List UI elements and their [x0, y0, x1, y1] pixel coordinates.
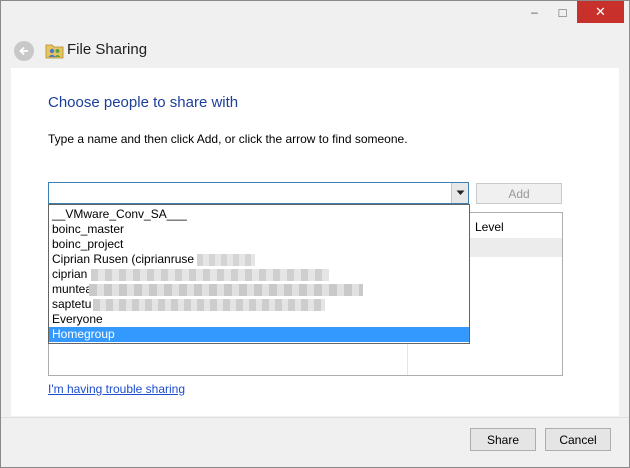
dropdown-item-everyone[interactable]: Everyone: [49, 312, 469, 327]
dropdown-item-label: boinc_project: [52, 237, 124, 251]
redacted-text: [91, 269, 329, 281]
back-arrow-icon: [19, 46, 28, 56]
share-folder-icon: [45, 44, 64, 59]
footer-divider: [1, 417, 629, 418]
add-button[interactable]: Add: [476, 183, 562, 204]
navigation-bar: File Sharing: [1, 35, 629, 65]
dropdown-item-boinc-master[interactable]: boinc_master: [49, 222, 469, 237]
title-bar: – □ ✕: [1, 1, 629, 31]
page-heading: Choose people to share with: [48, 94, 239, 111]
name-combobox[interactable]: [48, 182, 469, 204]
minimize-icon: –: [531, 5, 538, 19]
instruction-text: Type a name and then click Add, or click…: [48, 132, 408, 146]
close-button[interactable]: ✕: [577, 1, 624, 23]
dropdown-item-ciprian[interactable]: ciprian: [49, 267, 469, 282]
name-input[interactable]: [49, 183, 449, 203]
close-icon: ✕: [595, 4, 606, 19]
maximize-icon: □: [558, 4, 567, 20]
dropdown-item-label: muntea: [52, 282, 93, 296]
dropdown-item-saptetu[interactable]: saptetu: [49, 297, 469, 312]
minimize-button[interactable]: –: [521, 1, 548, 23]
redacted-text: [93, 299, 325, 311]
share-button[interactable]: Share: [470, 428, 536, 451]
dropdown-item-ciprian-rusen[interactable]: Ciprian Rusen (ciprianruse: [49, 252, 469, 267]
dropdown-item-label: Homegroup: [52, 327, 115, 341]
trouble-sharing-link[interactable]: I'm having trouble sharing: [48, 382, 185, 396]
file-sharing-window: – □ ✕ File Sharing Choose people to shar…: [0, 0, 630, 468]
maximize-button[interactable]: □: [549, 1, 576, 23]
dropdown-item-label: saptetu: [52, 297, 92, 311]
dropdown-item-vmware-conv-sa[interactable]: __VMware_Conv_SA___: [49, 207, 469, 222]
dropdown-item-label: __VMware_Conv_SA___: [52, 207, 187, 221]
dropdown-item-label: ciprian: [52, 267, 88, 281]
redacted-text: [197, 254, 255, 266]
combo-dropdown-button[interactable]: [451, 183, 468, 203]
dropdown-item-label: boinc_master: [52, 222, 125, 236]
column-header-permission-level[interactable]: Level: [475, 220, 504, 234]
chevron-down-icon: [456, 190, 464, 195]
dropdown-item-homegroup[interactable]: Homegroup: [49, 327, 469, 342]
dropdown-item-boinc-project[interactable]: boinc_project: [49, 237, 469, 252]
cancel-button[interactable]: Cancel: [545, 428, 611, 451]
dropdown-item-muntea[interactable]: muntea: [49, 282, 469, 297]
window-title: File Sharing: [67, 41, 148, 58]
dropdown-item-label: Everyone: [52, 312, 103, 326]
dropdown-item-label: Ciprian Rusen (ciprianruse: [52, 252, 195, 266]
redacted-text: [89, 284, 363, 296]
back-button[interactable]: [14, 41, 34, 61]
user-dropdown-list: __VMware_Conv_SA___ boinc_master boinc_p…: [48, 204, 470, 344]
